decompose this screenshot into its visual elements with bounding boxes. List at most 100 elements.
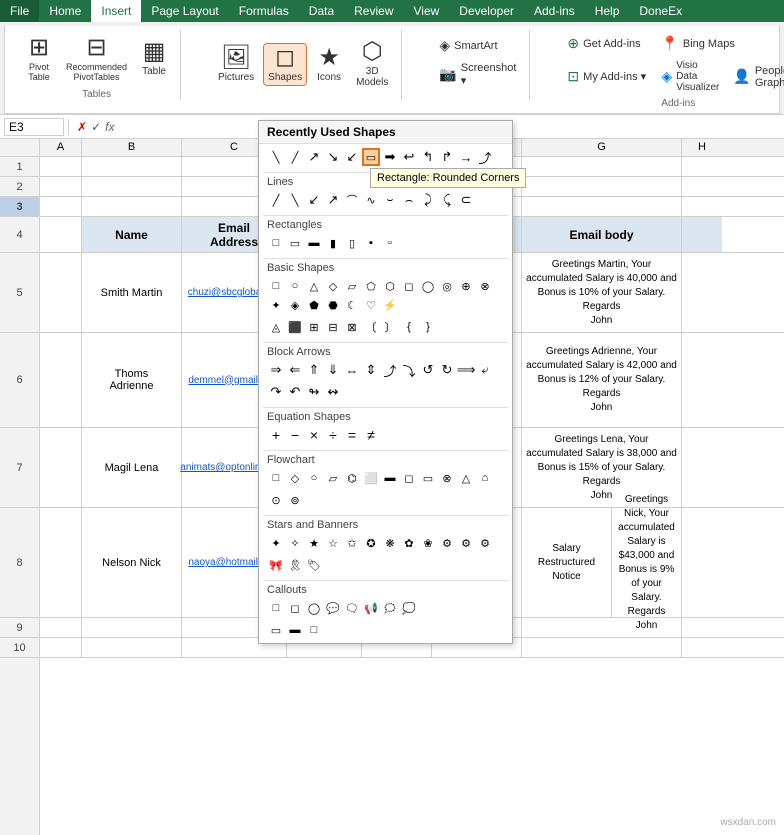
eq6[interactable]: ≠: [362, 426, 380, 444]
line-wave[interactable]: ∿: [362, 191, 380, 209]
fc9[interactable]: ▭: [419, 469, 437, 487]
callout2[interactable]: ◻: [286, 599, 304, 617]
cell-h9[interactable]: [682, 618, 722, 637]
line-arc3[interactable]: ⌢: [400, 191, 418, 209]
bs19[interactable]: ⚡: [381, 296, 399, 314]
menu-developer[interactable]: Developer: [449, 0, 524, 22]
line-straight[interactable]: ╱: [267, 191, 285, 209]
bs10[interactable]: ◎: [438, 277, 456, 295]
fc14[interactable]: ⊚: [286, 491, 304, 509]
fc8[interactable]: ◻: [400, 469, 418, 487]
fc11[interactable]: △: [457, 469, 475, 487]
rect5[interactable]: ▯: [343, 234, 361, 252]
cell-h2[interactable]: [682, 177, 722, 196]
bs22[interactable]: ⊞: [305, 318, 323, 336]
rect1[interactable]: □: [267, 234, 285, 252]
bs21[interactable]: ⬛: [286, 318, 304, 336]
ba10[interactable]: ↻: [438, 361, 456, 379]
smartart-button[interactable]: ◈ SmartArt: [434, 34, 521, 57]
star6[interactable]: ✪: [362, 534, 380, 552]
fc4[interactable]: ▱: [324, 469, 342, 487]
eq5[interactable]: =: [343, 426, 361, 444]
callout5[interactable]: 🗨: [343, 599, 361, 617]
ba15[interactable]: ↬: [305, 383, 323, 401]
screenshot-button[interactable]: 📷 Screenshot ▾: [434, 59, 521, 90]
bs20[interactable]: ◬: [267, 318, 285, 336]
bs11[interactable]: ⊕: [457, 277, 475, 295]
banner3[interactable]: 🏷: [305, 556, 323, 574]
menu-insert[interactable]: Insert: [91, 0, 141, 22]
star2[interactable]: ✧: [286, 534, 304, 552]
line-bracket[interactable]: ⊂: [457, 191, 475, 209]
row-num-5[interactable]: 5: [0, 253, 39, 333]
line-arc1[interactable]: ⌒: [343, 191, 361, 209]
cell-g2[interactable]: [522, 177, 682, 196]
bs25[interactable]: 〔: [362, 318, 380, 336]
row-num-7[interactable]: 7: [0, 428, 39, 508]
cell-g1[interactable]: [522, 157, 682, 176]
cell-h10[interactable]: [682, 638, 722, 657]
shape-bend3[interactable]: ↱: [438, 148, 456, 166]
table-button[interactable]: ▦ Table: [136, 37, 172, 80]
col-header-a[interactable]: A: [40, 139, 82, 156]
cell-a6[interactable]: [40, 333, 82, 427]
shape-arrow2[interactable]: ↘: [324, 148, 342, 166]
bs18[interactable]: ♡: [362, 296, 380, 314]
cell-h1[interactable]: [682, 157, 722, 176]
bs8[interactable]: ◻: [400, 277, 418, 295]
eq3[interactable]: ×: [305, 426, 323, 444]
fc1[interactable]: □: [267, 469, 285, 487]
rect4[interactable]: ▮: [324, 234, 342, 252]
cell-h5[interactable]: [682, 253, 722, 332]
ba8[interactable]: ⤵: [400, 361, 418, 379]
cell-b6-name[interactable]: ThomsAdrienne: [82, 333, 182, 427]
gear2[interactable]: ⚙: [457, 534, 475, 552]
bs15[interactable]: ⬟: [305, 296, 323, 314]
callout9[interactable]: ▭: [267, 621, 285, 639]
star4[interactable]: ☆: [324, 534, 342, 552]
cell-a9[interactable]: [40, 618, 82, 637]
ba14[interactable]: ↶: [286, 383, 304, 401]
cell-a4[interactable]: [40, 217, 82, 252]
line-ul[interactable]: ↙: [305, 191, 323, 209]
menu-data[interactable]: Data: [299, 0, 344, 22]
shape-right-arrow[interactable]: ➡: [381, 148, 399, 166]
cell-b5-name[interactable]: Smith Martin: [82, 253, 182, 332]
menu-page-layout[interactable]: Page Layout: [141, 0, 228, 22]
bs26[interactable]: 〕: [381, 318, 399, 336]
ba1[interactable]: ⇒: [267, 361, 285, 379]
ba6[interactable]: ⇕: [362, 361, 380, 379]
callout11[interactable]: □: [305, 621, 323, 639]
bs1[interactable]: □: [267, 277, 285, 295]
get-addins-button[interactable]: ⊕ Get Add-ins: [562, 32, 652, 55]
bing-maps-button[interactable]: 📍 Bing Maps: [656, 32, 739, 55]
cell-h3[interactable]: [682, 197, 722, 216]
cell-a5[interactable]: [40, 253, 82, 332]
row-num-10[interactable]: 10: [0, 638, 39, 658]
row-num-4[interactable]: 4: [0, 217, 39, 253]
fc5[interactable]: ⌬: [343, 469, 361, 487]
shape-line2[interactable]: ╱: [286, 148, 304, 166]
banner2[interactable]: 🎗: [286, 556, 304, 574]
gear3[interactable]: ⚙: [476, 534, 494, 552]
line-back[interactable]: ╲: [286, 191, 304, 209]
cell-a7[interactable]: [40, 428, 82, 507]
pictures-button[interactable]: 🖼 Pictures: [213, 43, 259, 86]
icons-button[interactable]: ★ Icons: [311, 43, 347, 86]
shape-bend2[interactable]: ↰: [419, 148, 437, 166]
fc10[interactable]: ⊗: [438, 469, 456, 487]
cell-g10[interactable]: [522, 638, 682, 657]
bs6[interactable]: ⬠: [362, 277, 380, 295]
confirm-formula-icon[interactable]: ✓: [91, 120, 101, 134]
fc7[interactable]: ▬: [381, 469, 399, 487]
callout7[interactable]: 🗯: [381, 599, 399, 617]
visio-button[interactable]: ◈ Visio DataVisualizer: [656, 57, 724, 96]
star3[interactable]: ★: [305, 534, 323, 552]
bs27[interactable]: {: [400, 318, 418, 336]
ba9[interactable]: ↺: [419, 361, 437, 379]
ba16[interactable]: ↭: [324, 383, 342, 401]
shapes-button[interactable]: ◻ Shapes: [263, 43, 307, 86]
row-num-2[interactable]: 2: [0, 177, 39, 197]
cell-b7-name[interactable]: Magil Lena: [82, 428, 182, 507]
cell-b2[interactable]: [82, 177, 182, 196]
